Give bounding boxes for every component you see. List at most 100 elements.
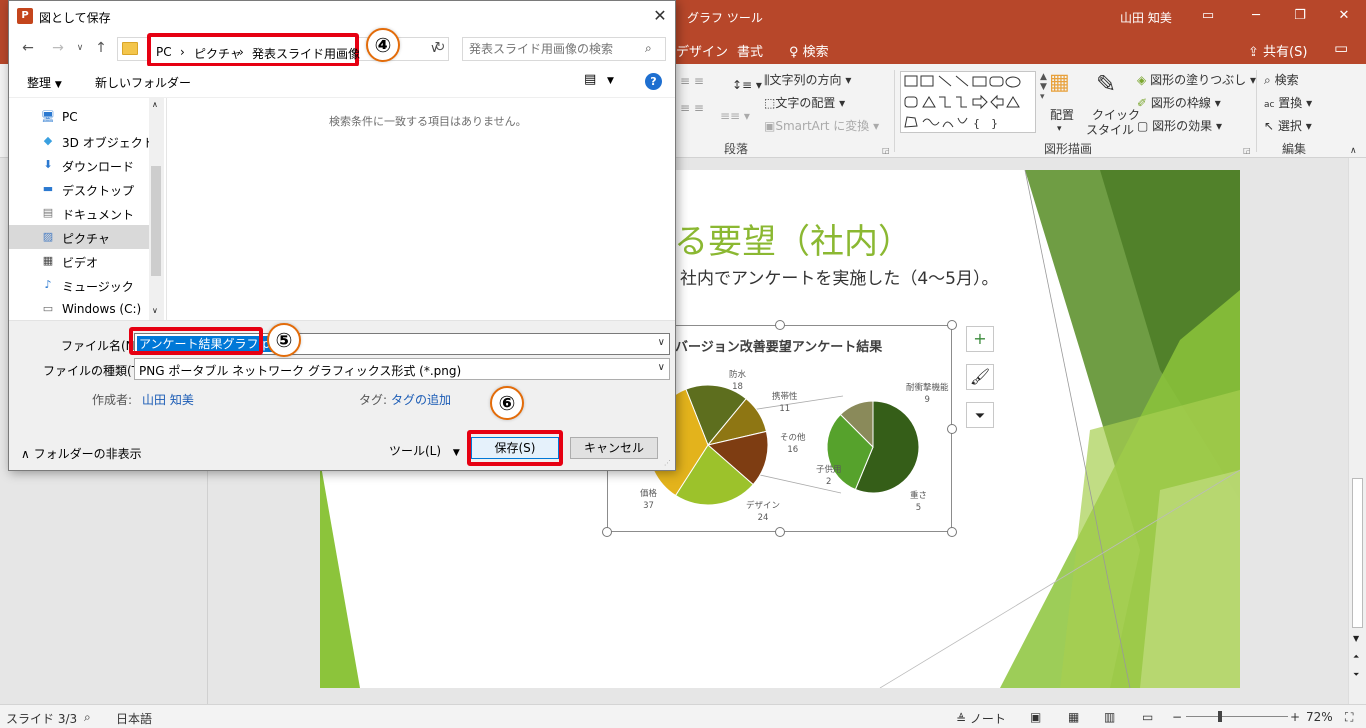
filetype-select[interactable]: PNG ポータブル ネットワーク グラフィックス形式 (*.png) ∨ <box>134 358 670 380</box>
nav-item-windows-c[interactable]: ▭ Windows (C:) <box>9 297 149 321</box>
reading-view-icon[interactable]: ▥ <box>1104 710 1115 724</box>
shape-gallery[interactable]: { } <box>900 71 1036 133</box>
chart-elements-button[interactable]: + <box>966 326 994 352</box>
nav-item-pictures[interactable]: ▨ ピクチャ <box>9 225 149 249</box>
slideshow-icon[interactable]: ▭ <box>1142 710 1153 724</box>
arrange-button[interactable]: 配置 <box>1050 106 1074 123</box>
back-icon[interactable]: ← <box>19 40 37 56</box>
help-icon[interactable]: ? <box>645 73 662 90</box>
organize-button[interactable]: 整理 ▼ <box>27 74 62 91</box>
zoom-slider[interactable] <box>1186 716 1288 717</box>
nav-item-videos[interactable]: ▦ ビデオ <box>9 249 149 273</box>
chart-filters-button[interactable]: ⏷ <box>966 402 994 428</box>
nav-item-downloads[interactable]: ⬇ ダウンロード <box>9 153 149 177</box>
scroll-down-icon[interactable]: ▼ <box>1353 634 1359 643</box>
collapse-ribbon-icon[interactable]: ∧ <box>1350 146 1357 156</box>
zoom-slider-thumb[interactable] <box>1218 711 1222 722</box>
scroll-up-icon[interactable]: ∧ <box>152 100 158 109</box>
comment-icon[interactable]: ▭ <box>1334 39 1348 57</box>
zoom-level[interactable]: 72% <box>1306 710 1333 724</box>
fit-slide-icon[interactable]: ⛶ <box>1345 710 1353 725</box>
tools-button[interactable]: ツール(L) ▼ <box>389 442 460 459</box>
window-close-icon[interactable]: ✕ <box>1334 6 1354 26</box>
chevron-down-icon[interactable]: ∨ <box>658 337 665 348</box>
dialog-title: 図として保存 <box>39 11 111 25</box>
columns-icon[interactable]: ≡≡ ▾ <box>720 109 750 123</box>
spellcheck-icon[interactable]: ⌕ <box>84 710 91 725</box>
nav-item-documents[interactable]: ▤ ドキュメント <box>9 201 149 225</box>
select-button[interactable]: ↖ 選択 ▾ <box>1264 117 1312 134</box>
user-name[interactable]: 山田 知美 <box>1120 9 1172 26</box>
zoom-out-icon[interactable]: − <box>1172 710 1182 724</box>
navigation-scrollbar[interactable]: ∧ ∨ <box>149 98 164 320</box>
zoom-in-icon[interactable]: + <box>1290 710 1300 724</box>
up-folder-icon[interactable]: ↑ <box>92 40 110 56</box>
arrange-dropdown-icon[interactable]: ▾ <box>1057 124 1062 134</box>
normal-view-icon[interactable]: ▣ <box>1030 710 1041 724</box>
search-input[interactable] <box>469 41 639 57</box>
breadcrumb-current-folder[interactable]: 発表スライド用画像 <box>252 45 360 62</box>
ribbon-display-icon[interactable]: ▭ <box>1198 6 1218 26</box>
nav-item-3d-objects[interactable]: ◆ 3D オブジェクト <box>9 129 155 153</box>
tab-design[interactable]: デザイン <box>676 41 728 60</box>
bullets-icon[interactable]: ≡ ≡ <box>680 101 704 115</box>
nav-item-label: ドキュメント <box>62 208 135 222</box>
data-label: その他 16 <box>780 432 806 456</box>
file-list-area[interactable]: 検索条件に一致する項目はありません。 <box>166 98 675 320</box>
tell-me-search[interactable]: ♀ 検索 <box>789 41 829 60</box>
shape-fill-button[interactable]: ◈ 図形の塗りつぶし ▾ <box>1137 71 1256 88</box>
scrollbar-thumb[interactable] <box>1352 478 1363 628</box>
paragraph-launcher-icon[interactable]: ◲ <box>882 146 890 155</box>
data-label-value: 24 <box>757 513 769 523</box>
nav-item-desktop[interactable]: ▬ デスクトップ <box>9 177 149 201</box>
quick-style-label-2[interactable]: スタイル <box>1086 121 1134 138</box>
resize-grip-icon[interactable]: ⋰ <box>664 459 671 467</box>
nav-item-music[interactable]: ♪ ミュージック <box>9 273 149 297</box>
search-box[interactable]: ⌕ <box>462 37 666 61</box>
share-button[interactable]: ⇪ 共有(S) <box>1248 41 1307 60</box>
replace-button[interactable]: ac 置換 ▾ <box>1264 94 1312 111</box>
view-options-icon[interactable]: ▤ <box>584 72 596 87</box>
powerpoint-icon: P <box>17 8 33 24</box>
gallery-scroll-icon[interactable]: ▲ ▼ ▾ <box>1040 72 1047 102</box>
chart-styles-button[interactable]: 🖌 <box>966 364 994 390</box>
view-dropdown-icon[interactable]: ▼ <box>607 76 614 86</box>
align-text-button[interactable]: ⬚文字の配置 ▾ <box>764 94 845 111</box>
text-direction-button[interactable]: ⫼文字列の方向 ▾ <box>764 71 851 88</box>
editor-vertical-scrollbar[interactable]: ▼ ⏶ ⏷ <box>1348 158 1366 704</box>
chevron-down-icon[interactable]: ∨ <box>658 362 665 373</box>
prev-slide-icon[interactable]: ⏶ <box>1353 652 1359 662</box>
breadcrumb-pc[interactable]: PC <box>156 45 172 59</box>
language-status[interactable]: 日本語 <box>116 710 152 727</box>
filetype-value: PNG ポータブル ネットワーク グラフィックス形式 (*.png) <box>139 364 462 378</box>
cancel-button[interactable]: キャンセル <box>570 437 658 459</box>
restore-icon[interactable]: ❐ <box>1290 6 1310 26</box>
scroll-down-icon[interactable]: ∨ <box>152 306 158 315</box>
forward-icon[interactable]: → <box>49 40 67 56</box>
shape-effects-button[interactable]: ▢ 図形の効果 ▾ <box>1137 117 1222 134</box>
new-folder-button[interactable]: 新しいフォルダー <box>95 74 191 91</box>
minimize-icon[interactable]: ─ <box>1246 6 1266 26</box>
slide-sorter-icon[interactable]: ▦ <box>1068 710 1079 724</box>
author-value[interactable]: 山田 知美 <box>142 391 194 408</box>
next-slide-icon[interactable]: ⏷ <box>1353 670 1359 680</box>
smartart-convert-button[interactable]: ▣SmartArt に変換 ▾ <box>764 117 879 134</box>
find-button[interactable]: ⌕ 検索 <box>1264 71 1299 88</box>
quick-style-icon: ✎ <box>1096 70 1117 98</box>
tab-format[interactable]: 書式 <box>737 41 763 60</box>
close-icon[interactable]: ✕ <box>649 5 671 27</box>
align-icons[interactable]: ≡ ≡ <box>680 74 704 88</box>
refresh-icon[interactable]: ↻ <box>431 40 449 55</box>
nav-item-pc[interactable]: 🖥 PC <box>9 105 149 129</box>
dialog-bottom-panel: ファイル名(N): アンケート結果グラフ.png ∨ ファイルの種類(T): P… <box>9 320 675 470</box>
recent-locations-icon[interactable]: ∨ <box>71 43 89 53</box>
hide-folders-button[interactable]: ∧ フォルダーの非表示 <box>21 445 142 462</box>
notes-button[interactable]: ≜ ノート <box>956 710 1006 727</box>
tags-value[interactable]: タグの追加 <box>391 391 451 408</box>
line-spacing-icon[interactable]: ↕≡ ▾ <box>732 78 762 92</box>
breadcrumb-pictures[interactable]: ピクチャ <box>194 45 242 62</box>
slide-counter: スライド 3/3 <box>6 712 78 726</box>
drawing-launcher-icon[interactable]: ◲ <box>1243 146 1251 155</box>
shape-outline-button[interactable]: ✐ 図形の枠線 ▾ <box>1137 94 1221 111</box>
scrollbar-thumb[interactable] <box>151 166 161 276</box>
